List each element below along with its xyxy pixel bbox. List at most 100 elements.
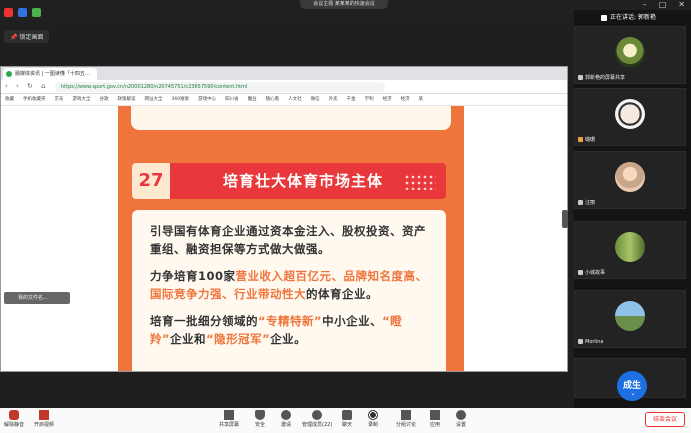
security-label: 安全 (255, 422, 266, 428)
speaking-indicator: 正在讲话: 郭新艳 (601, 12, 656, 21)
signal-icon[interactable] (32, 8, 41, 17)
mic-label: 解除静音 (4, 422, 25, 428)
panel-collapse-handle[interactable] (562, 210, 568, 228)
bookmark-item[interactable]: 人文社 (288, 94, 302, 105)
bookmark-item[interactable]: 360搜索 (172, 94, 190, 105)
bookmark-item[interactable]: 京东 (55, 94, 64, 105)
tab-strip: 融媒体资讯 | 一图读懂「十四五… (1, 67, 567, 80)
security-button[interactable]: 安全 (255, 410, 265, 428)
invite-label: 邀请 (281, 422, 292, 428)
bookmark-item[interactable]: 网址大全 (145, 94, 163, 105)
network-icon[interactable] (4, 8, 13, 17)
window-controls: – □ ✕ (643, 0, 685, 9)
participant-tile[interactable]: 小城故事 (574, 221, 686, 279)
mini-video-thumbnail[interactable]: 我的文件名... (4, 292, 70, 304)
bookmark-item[interactable]: 微信 (311, 94, 320, 105)
chat-icon (342, 410, 352, 420)
section-title: 培育壮大体育市场主体 (222, 172, 383, 190)
paragraph-3: 培育一批细分领域的“专精特新”中小企业、“瞪羚”企业和“隐形冠军”企业。 (150, 312, 428, 348)
participant-name: 郭新艳的屏幕共享 (585, 75, 626, 81)
mic-button[interactable]: 解除静音 (4, 410, 24, 428)
participant-name: 汪丽 (585, 200, 596, 206)
bookmark-item[interactable]: 学利 (365, 94, 374, 105)
video-label: 开启视频 (34, 422, 55, 428)
bookmark-item[interactable]: 收藏 (5, 94, 14, 105)
cartoon-avatar (615, 99, 645, 129)
lock-view-button[interactable]: 📌 锁定画面 (4, 30, 50, 43)
video-button[interactable]: 开启视频 (34, 410, 54, 428)
settings-label: 设置 (456, 422, 467, 428)
nav-buttons[interactable]: ‹ › ↻ ⌂ (5, 82, 49, 90)
participant-tile[interactable]: 汪丽 (574, 151, 686, 209)
meeting-topic-pill[interactable]: 会议主题 某某某的快速会议 (300, 0, 388, 9)
tile-name: 璐珊 (578, 136, 595, 143)
bookmark-item[interactable]: 经济 (401, 94, 410, 105)
bookmark-item[interactable]: 四川省 (225, 94, 239, 105)
mic-muted-icon (578, 200, 583, 205)
record-label: 录制 (368, 422, 379, 428)
bookmarks-bar: 收藏 手机收藏夹 京东 游戏大全 谷歌 政策解读 网址大全 360搜索 游戏中心 四川省 魔豆 随心看… (1, 94, 567, 106)
bookmark-item[interactable]: 某 (419, 94, 424, 105)
para3-highlight-1: “专精特新” (258, 314, 323, 328)
bookmark-item[interactable]: 经济 (383, 94, 392, 105)
participant-tile[interactable]: 郭新艳的屏幕共享 (574, 26, 686, 84)
participant-tile[interactable]: Morlina (574, 290, 686, 348)
para3-text-2: 中小企业、 (322, 314, 383, 328)
settings-button[interactable]: 设置 (456, 410, 466, 428)
infographic-card: 27 培育壮大体育市场主体 引导国有体育企业通过资本金注入、股权投资、资产重组、… (118, 106, 464, 371)
camera-off-icon (39, 410, 49, 420)
mic-icon (601, 14, 607, 21)
tile-name: 汪丽 (578, 199, 595, 206)
apps-button[interactable]: 应用 (430, 410, 440, 428)
girl-avatar (615, 162, 645, 192)
bookmark-item[interactable]: 外卖 (329, 94, 338, 105)
chat-label: 聊天 (342, 422, 353, 428)
members-button[interactable]: 管理成员(22) (302, 410, 332, 428)
screen-share-icon (578, 75, 583, 80)
participant-tile[interactable]: 璐珊 (574, 88, 686, 146)
bookmark-item[interactable]: 政策解读 (118, 94, 136, 105)
browser-tab[interactable]: 融媒体资讯 | 一图读懂「十四五… (3, 68, 97, 80)
share-screen-icon (224, 410, 234, 420)
meeting-toolbar: 解除静音 开启视频 共享屏幕 安全 邀请 管理成员(22) 聊天 录制 分组讨论… (0, 408, 691, 433)
url-bar[interactable]: https://www.sport.gov.cn/n20001280/n2074… (55, 82, 385, 92)
tab-title: 融媒体资讯 | 一图读懂「十四五… (15, 71, 90, 77)
status-icons (4, 8, 41, 17)
close-icon[interactable]: ✕ (678, 0, 685, 9)
previous-section-panel (131, 106, 451, 130)
maximize-icon[interactable]: □ (659, 0, 667, 9)
gear-icon (456, 410, 466, 420)
para3-text-end: 企业。 (270, 332, 307, 346)
dot-pattern (404, 174, 436, 190)
para3-highlight-3: “隐形冠军” (206, 332, 271, 346)
lock-view-label: 锁定画面 (19, 34, 44, 41)
bookmark-item[interactable]: 游戏中心 (198, 94, 216, 105)
page-margin (1, 106, 118, 371)
bookmark-item[interactable]: 手机收藏夹 (23, 94, 46, 105)
mic-muted-icon (578, 270, 583, 275)
bookmark-item[interactable]: 谷歌 (100, 94, 109, 105)
web-page: 27 培育壮大体育市场主体 引导国有体育企业通过资本金注入、股权投资、资产重组、… (1, 106, 567, 371)
record-icon (368, 410, 378, 420)
bookmark-item[interactable]: 千金 (347, 94, 356, 105)
bookmark-item[interactable]: 随心看 (266, 94, 280, 105)
bookmark-item[interactable]: 魔豆 (248, 94, 257, 105)
invite-button[interactable]: 邀请 (281, 410, 291, 428)
breakout-label: 分组讨论 (396, 422, 417, 428)
security-shield-icon[interactable] (18, 8, 27, 17)
members-label: 管理成员(22) (302, 422, 333, 428)
shared-browser-window: 融媒体资讯 | 一图读懂「十四五… ‹ › ↻ ⌂ https://www.sp… (0, 66, 568, 372)
breakout-icon (401, 410, 411, 420)
participant-name: 小城故事 (585, 270, 606, 276)
record-button[interactable]: 录制 (368, 410, 378, 428)
breakout-button[interactable]: 分组讨论 (396, 410, 416, 428)
chat-button[interactable]: 聊天 (342, 410, 352, 428)
minimize-icon[interactable]: – (643, 0, 647, 9)
paragraph-2: 力争培育100家营业收入超百亿元、品牌知名度高、国际竞争力强、行业带动性大的体育… (150, 267, 428, 303)
end-meeting-button[interactable]: 结束会议 (645, 412, 685, 427)
shield-icon (255, 410, 265, 420)
plant-avatar (615, 232, 645, 262)
bookmark-item[interactable]: 游戏大全 (73, 94, 91, 105)
speaking-label: 正在讲话: 郭新艳 (610, 14, 656, 21)
share-button[interactable]: 共享屏幕 (219, 410, 239, 428)
